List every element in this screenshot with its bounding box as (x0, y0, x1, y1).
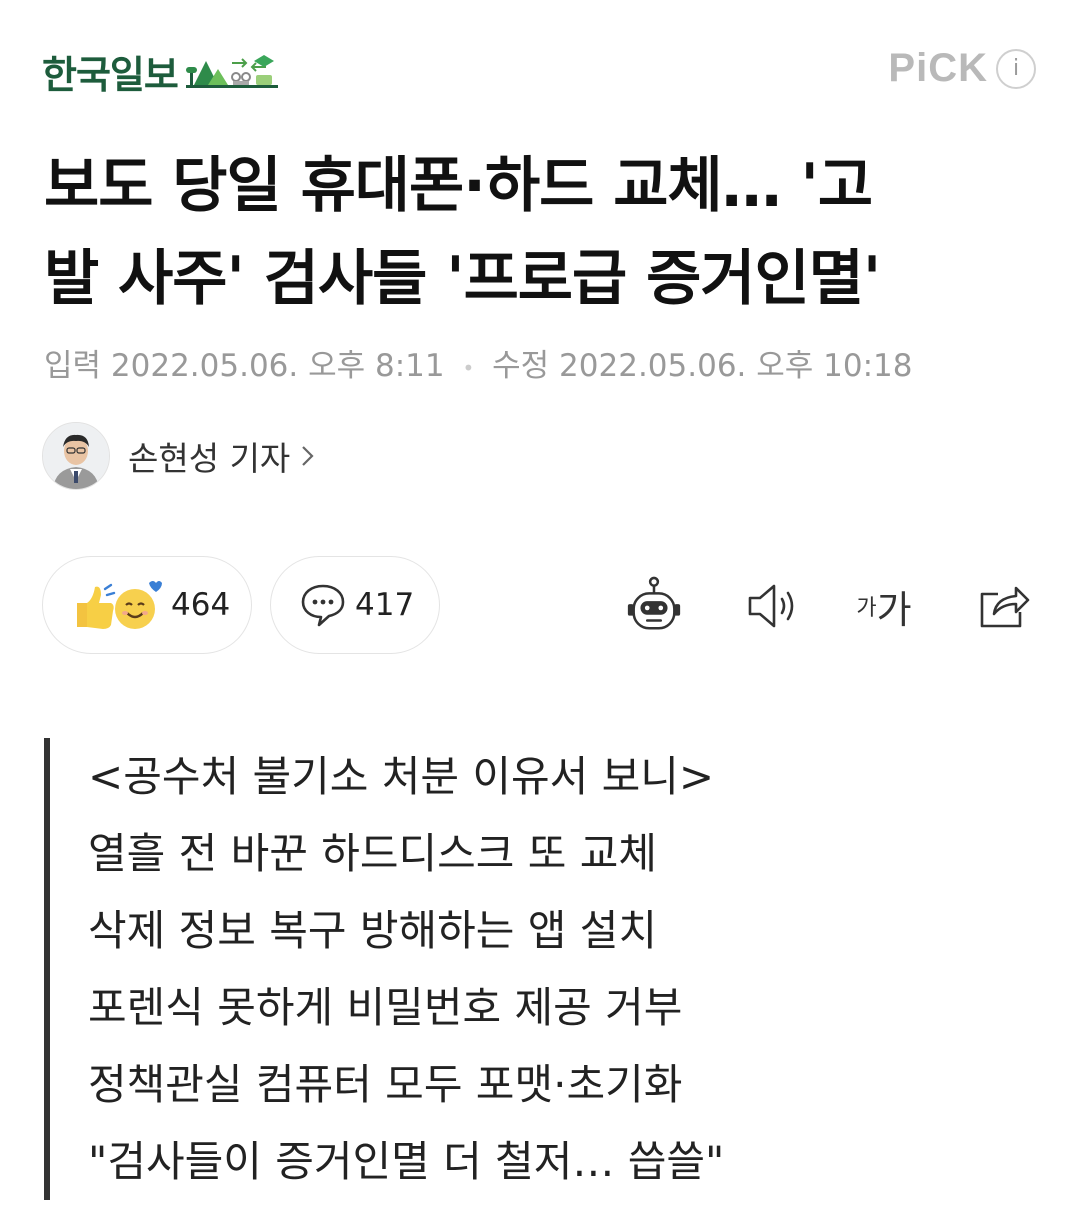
font-size-button[interactable]: 가가 (854, 576, 914, 636)
summary-line: 열흘 전 바꾼 하드디스크 또 교체 (88, 829, 658, 878)
comment-button[interactable]: 417 (270, 556, 440, 654)
headline-line: 발 사주' 검사들 '프로급 증거인멸' (44, 244, 881, 314)
summary-line: <공수처 불기소 처분 이유서 보니> (88, 752, 715, 801)
article-action-bar: 464 417 가가 (42, 556, 1042, 656)
headline-line: 보도 당일 휴대폰·하드 교체… '고 (44, 151, 873, 221)
share-button[interactable] (974, 576, 1034, 636)
reaction-button[interactable]: 464 (42, 556, 252, 654)
input-label: 입력 (44, 348, 102, 384)
reporter-avatar (42, 422, 110, 490)
brand-illustration-icon (185, 54, 278, 88)
reporter-name: 손현성 기자 (128, 439, 291, 478)
summary-line: 정책관실 컴퓨터 모두 포맷·초기화 (88, 1060, 683, 1109)
press-logo[interactable]: 한국일보 (42, 44, 278, 99)
robot-icon (627, 576, 681, 630)
summary-line: 포렌식 못하게 비밀번호 제공 거부 (88, 983, 683, 1032)
info-icon[interactable]: i (996, 48, 1036, 89)
meta-separator: • (462, 355, 475, 380)
tts-button[interactable] (744, 576, 804, 636)
chevron-right-icon (302, 446, 314, 466)
summary-bot-button[interactable] (624, 576, 684, 636)
reaction-count: 464 (171, 587, 231, 623)
comment-count: 417 (355, 587, 415, 623)
summary-line: 삭제 정보 복구 방해하는 앱 설치 (88, 906, 658, 955)
thumbs-up-smile-icon (77, 581, 162, 629)
modified-label: 수정 (492, 348, 550, 384)
article-timestamps: 입력 2022.05.06. 오후 8:11 • 수정 2022.05.06. … (44, 340, 912, 385)
summary-line: "검사들이 증거인멸 더 철저… 씁쓸" (88, 1137, 725, 1186)
avatar-portrait-icon (43, 423, 109, 489)
brand-name: 한국일보 (42, 53, 179, 97)
modified-time: 2022.05.06. 오후 10:18 (559, 348, 913, 384)
article-summary: <공수처 불기소 처분 이유서 보니> 열흘 전 바꾼 하드디스크 또 교체 삭… (44, 738, 950, 1200)
reporter-link[interactable]: 손현성 기자 (42, 422, 316, 490)
pick-label: PiCK (888, 46, 988, 90)
share-icon (980, 586, 1030, 628)
speaker-icon (748, 584, 794, 628)
font-size-small-label: 가 (856, 596, 877, 621)
top-header: 한국일보 PiCK i (0, 0, 1080, 130)
input-time: 2022.05.06. 오후 8:11 (110, 348, 445, 384)
article-headline: 보도 당일 휴대폰·하드 교체… '고 발 사주' 검사들 '프로급 증거인멸' (44, 140, 1044, 326)
pick-badge[interactable]: PiCK i (888, 46, 1036, 91)
comment-bubble-icon (301, 584, 345, 627)
font-size-large-label: 가 (876, 587, 912, 632)
